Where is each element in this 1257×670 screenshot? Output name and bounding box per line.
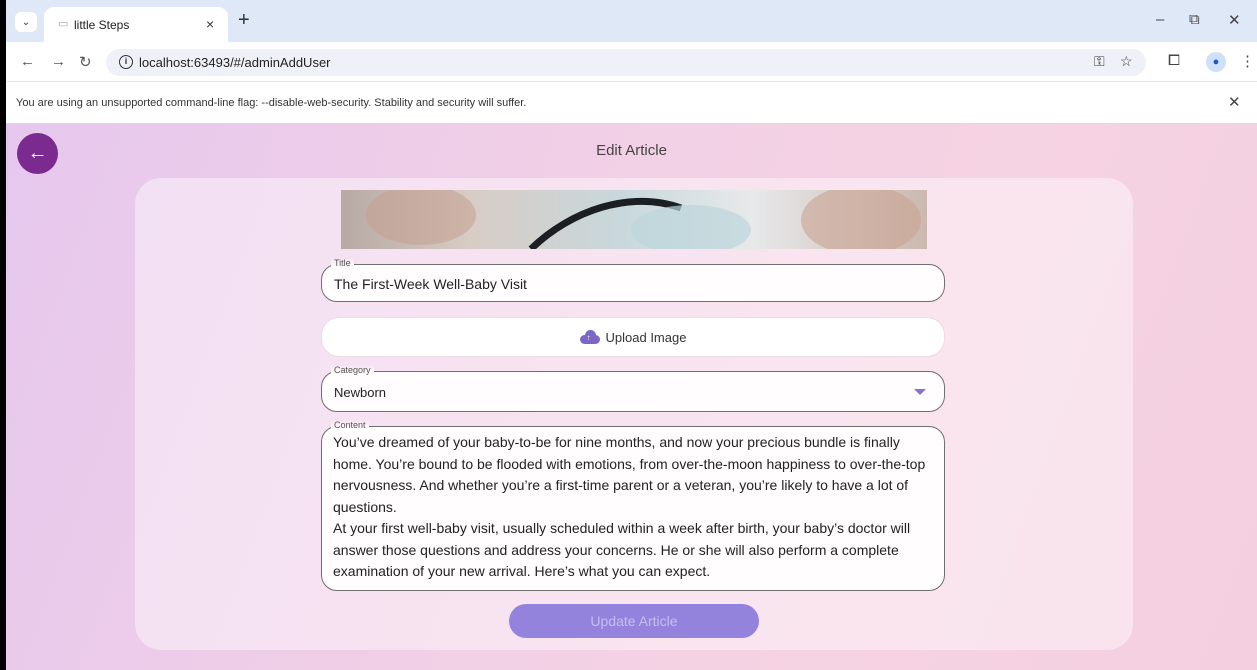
url-text[interactable]: localhost:63493/#/adminAddUser	[139, 55, 331, 70]
article-image-graphic	[366, 190, 921, 249]
category-label: Category	[331, 365, 374, 375]
address-bar[interactable]: i localhost:63493/#/adminAddUser ⚿ ☆	[106, 49, 1146, 76]
content-textarea[interactable]: You’ve dreamed of your baby-to-be for ni…	[333, 432, 933, 583]
upload-image-button[interactable]: ↑ Upload Image	[321, 317, 945, 357]
app-viewport: ← Edit Article Title The First-Week Well…	[6, 124, 1257, 670]
info-icon[interactable]: i	[119, 55, 133, 69]
dropdown-arrow-icon[interactable]	[914, 389, 926, 395]
content-label: Content	[331, 420, 369, 430]
restore-icon[interactable]: ⧉	[1189, 11, 1200, 28]
minimize-icon[interactable]: –	[1156, 11, 1164, 28]
address-toolbar: ← → ↻ i localhost:63493/#/adminAddUser ⚿…	[6, 42, 1257, 82]
favicon-icon: ▭	[58, 18, 69, 30]
tab-title: little Steps	[74, 18, 130, 32]
article-image	[341, 190, 927, 249]
category-value[interactable]: Newborn	[334, 385, 386, 400]
cloud-upload-icon: ↑	[579, 330, 600, 344]
chevron-down-icon[interactable]: ⌄	[15, 12, 37, 32]
browser-window: ⌄ ▭ little Steps × + – ⧉ ✕ ← → ↻ i local…	[6, 0, 1257, 670]
plus-icon[interactable]: +	[238, 9, 250, 32]
title-label: Title	[331, 258, 354, 268]
close-window-icon[interactable]: ✕	[1228, 11, 1241, 29]
update-article-button[interactable]: Update Article	[509, 604, 759, 638]
page-title: Edit Article	[596, 142, 667, 159]
category-select[interactable]: Category Newborn	[321, 365, 945, 412]
content-field[interactable]: Content You’ve dreamed of your baby-to-b…	[321, 420, 945, 591]
edit-article-card: Title The First-Week Well-Baby Visit ↑ U…	[135, 178, 1133, 650]
extensions-icon[interactable]: ⧠	[1168, 52, 1180, 69]
title-field[interactable]: Title The First-Week Well-Baby Visit	[321, 258, 945, 302]
close-icon[interactable]: ✕	[1228, 93, 1241, 111]
browser-tab[interactable]: ▭ little Steps ×	[44, 7, 228, 42]
warning-infobar: You are using an unsupported command-lin…	[6, 82, 1257, 124]
title-input[interactable]: The First-Week Well-Baby Visit	[334, 276, 527, 292]
star-icon[interactable]: ☆	[1120, 53, 1133, 70]
back-icon[interactable]: ←	[20, 53, 35, 70]
forward-icon[interactable]: →	[51, 53, 66, 70]
infobar-message: You are using an unsupported command-lin…	[16, 97, 527, 109]
key-icon[interactable]: ⚿	[1094, 53, 1105, 70]
reload-icon[interactable]: ↻	[79, 53, 92, 71]
tab-strip: ⌄ ▭ little Steps × + – ⧉ ✕	[6, 0, 1257, 42]
close-icon[interactable]: ×	[206, 16, 214, 32]
profile-icon[interactable]: ●	[1206, 52, 1226, 72]
upload-image-label: Upload Image	[605, 329, 687, 345]
more-icon[interactable]: ⋮	[1240, 52, 1255, 70]
